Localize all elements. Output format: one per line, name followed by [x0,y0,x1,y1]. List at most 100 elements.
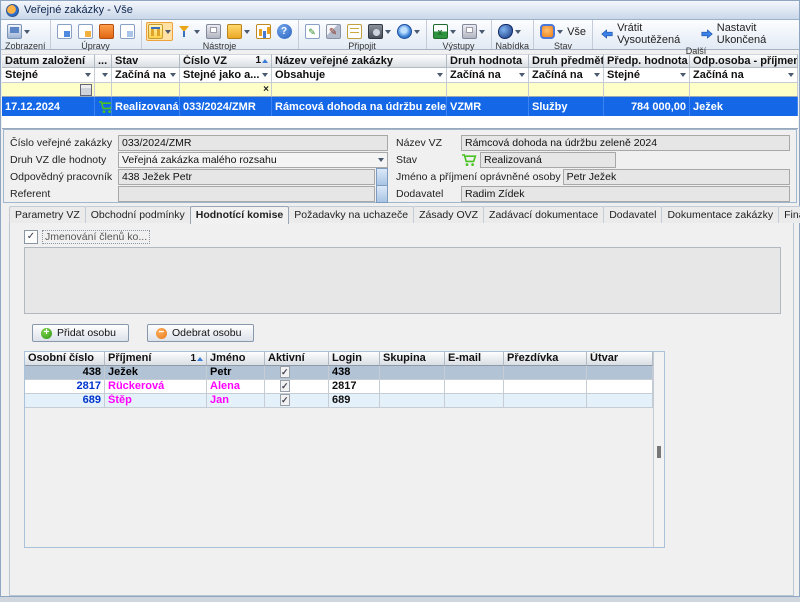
toolbar-group-dalsi: Vrátit Vysoutěžená Nastavit Ukončená Dal… [593,20,799,49]
tab-zasady-ovz[interactable]: Zásady OVZ [413,206,484,223]
tab-dokumentace-zakazky[interactable]: Dokumentace zakázky [661,206,779,223]
delete-record-button[interactable] [97,22,116,41]
filter-input-nazev[interactable] [272,83,447,97]
tab-dodavatel[interactable]: Dodavatel [603,206,662,223]
checkbox-checked-icon[interactable] [280,366,290,378]
nastavit-ukoncena-button[interactable]: Nastavit Ukončená [697,22,795,46]
new-record-button[interactable] [55,22,74,41]
edit-record-button[interactable] [76,22,95,41]
plus-icon [41,328,52,339]
filter-icon [177,24,192,39]
lookup-button[interactable] [376,168,388,186]
col-header-jmeno[interactable]: Jméno [207,352,265,366]
col-header-stav[interactable]: Stav [112,54,180,68]
list-icon [347,24,362,39]
filter-op-icon-col[interactable] [95,68,112,83]
members-scrollbar[interactable] [654,352,664,547]
excel-export-button[interactable] [431,22,458,41]
col-header-datum-zalozeni[interactable]: Datum založení [2,54,95,68]
window-title: Veřejné zakázky - Vše [24,4,133,16]
table-row[interactable]: 689 Štěp Jan 689 [25,394,653,408]
list-button[interactable] [345,22,364,41]
web-button[interactable] [395,22,422,41]
filter-input-odp-osoba[interactable] [690,83,798,97]
tab-zadavaci-dokumentace[interactable]: Zadávací dokumentace [483,206,604,223]
col-header-email[interactable]: E-mail [445,352,504,366]
col-header-aktivni[interactable]: Aktivní [265,352,329,366]
export-button[interactable] [225,22,252,41]
druh-vz-combobox[interactable]: Veřejná zakázka malého rozsahu [118,152,388,168]
tab-obchodni-podminky[interactable]: Obchodní podmínky [85,206,191,223]
note-icon [305,24,320,39]
filter-op-cislo-vz[interactable]: Stejné jako a... [180,68,272,83]
col-header-skupina[interactable]: Skupina [380,352,445,366]
checkbox-checked-icon[interactable] [280,394,290,406]
filter-op-druh-hodnota[interactable]: Začíná na [447,68,529,83]
filter-input-cislo-vz[interactable] [180,83,272,97]
vratit-vysoutezena-button[interactable]: Vrátit Vysoutěžená [597,22,695,46]
print-button[interactable] [204,22,223,41]
col-header-osobni-cislo[interactable]: Osobní číslo [25,352,105,366]
copy-record-icon [120,24,135,39]
clear-filter-icon[interactable] [263,85,269,95]
col-header-prezdivka[interactable]: Přezdívka [504,352,587,366]
copy-record-button[interactable] [118,22,137,41]
col-header-nazev[interactable]: Název veřejné zakázky [272,54,447,68]
col-header-icon[interactable]: ... [95,54,112,68]
tab-parametry-vz[interactable]: Parametry VZ [9,206,86,223]
filter-op-predp-hodnota[interactable]: Stejné [604,68,690,83]
state-icon [540,24,555,39]
col-header-prijmeni[interactable]: Příjmení 1 [105,352,207,366]
media-button[interactable] [366,22,393,41]
jmenovani-checkbox-label[interactable]: Jmenování členů ko... [42,230,150,244]
filter-op-datum[interactable]: Stejné [2,68,95,83]
filter-input-druh-predmet[interactable] [529,83,604,97]
filter-input-predp-hodnota[interactable] [604,83,690,97]
filter-op-odp-osoba[interactable]: Začíná na [690,68,798,83]
lookup-button[interactable] [376,185,388,203]
nabidka-button[interactable] [496,22,523,41]
filter-input-datum[interactable] [2,83,95,97]
cell-predp-hodnota: 784 000,00 [604,97,690,116]
table-row[interactable]: 2817 Rückerová Alena 2817 [25,380,653,394]
tab-financni-plneni[interactable]: Finanční plnění [778,206,800,223]
odebrat-osobu-button[interactable]: Odebrat osobu [147,324,254,342]
calendar-icon[interactable] [80,84,92,96]
filter-button[interactable] [175,22,202,41]
chevron-down-icon [24,30,30,34]
filter-op-druh-predmet[interactable]: Začíná na [529,68,604,83]
filter-input-druh-hodnota[interactable] [447,83,529,97]
scrollbar-thumb[interactable] [657,446,661,458]
col-header-login[interactable]: Login [329,352,380,366]
toolbar-group-label: Úpravy [55,41,137,52]
jmenovani-checkbox[interactable] [24,230,38,244]
jmenovani-memo-field[interactable] [24,247,781,314]
table-row[interactable]: 17.12.2024 Realizovaná 033/2024/ZMR Rámc… [2,97,798,116]
help-button[interactable] [275,22,294,41]
print-output-button[interactable] [460,22,487,41]
chart-button[interactable] [254,22,273,41]
toolbar-group-label: Připojit [303,41,422,52]
col-header-cislo-vz[interactable]: Číslo VZ 1 [180,54,272,68]
pridat-osobu-button[interactable]: Přidat osobu [32,324,129,342]
title-bar[interactable]: Veřejné zakázky - Vše [1,1,799,20]
filter-op-stav[interactable]: Začíná na [112,68,180,83]
table-row[interactable]: 438 Ježek Petr 438 [25,366,653,380]
view-mode-button[interactable] [5,22,32,41]
col-header-druh-predmet[interactable]: Druh předmět [529,54,604,68]
filter-input-icon-col[interactable] [95,83,112,97]
col-header-odp-osoba[interactable]: Odp.osoba - příjmení [690,54,798,68]
filter-input-stav[interactable] [112,83,180,97]
checkbox-checked-icon[interactable] [280,380,290,392]
tab-pozadavky-na-uchazece[interactable]: Požadavky na uchazeče [288,206,414,223]
field-label: Odpovědný pracovník [10,171,118,183]
sign-button[interactable] [324,22,343,41]
grid-settings-button[interactable] [146,22,173,41]
col-header-utvar[interactable]: Útvar [587,352,653,366]
filter-op-nazev[interactable]: Obsahuje [272,68,447,83]
col-header-druh-hodnota[interactable]: Druh hodnota [447,54,529,68]
stav-filter-button[interactable]: Vše [538,22,588,41]
col-header-predp-hodnota[interactable]: Předp. hodnota [604,54,690,68]
attach-note-button[interactable] [303,22,322,41]
tab-hodnotici-komise[interactable]: Hodnotící komise [190,206,290,224]
